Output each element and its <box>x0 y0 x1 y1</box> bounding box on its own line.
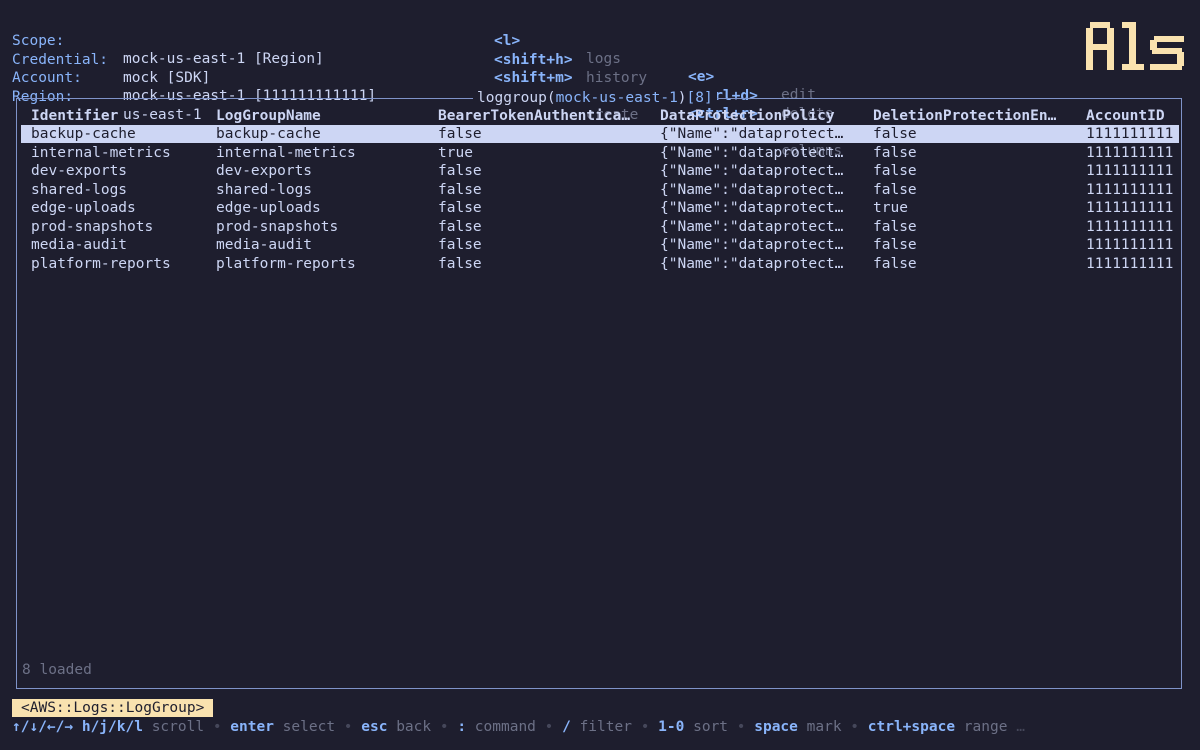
cell-deletionprotection: false <box>873 218 917 235</box>
help-key: ctrl+space <box>867 719 956 735</box>
panel-title-name: loggroup <box>477 90 547 106</box>
column-header-dataprotection[interactable]: DataProtectionPolicy <box>660 107 835 125</box>
cell-accountid: 1111111111 <box>1086 181 1174 198</box>
help-separator: • <box>212 719 222 735</box>
cell-identifier: backup-cache <box>31 126 136 142</box>
cell-dataprotection: {"Name":"dataprotect… <box>660 255 844 272</box>
table-row[interactable]: shared-logs shared-logs false {"Name":"data… <box>21 181 1179 199</box>
cell-bearertoken: false <box>438 126 482 142</box>
column-header-identifier[interactable]: Identifier <box>31 107 118 125</box>
table-row[interactable]: prod-snapshots prod-snapshots false {"Name"… <box>21 218 1179 236</box>
cell-accountid: 1111111111 <box>1086 144 1174 161</box>
cell-loggroupname: shared-logs <box>216 181 313 198</box>
help-action-select: select <box>282 719 336 735</box>
cell-dataprotection: {"Name":"dataprotect… <box>660 144 844 161</box>
cell-loggroupname: platform-reports <box>216 255 356 272</box>
help-key: 1-0 <box>658 719 685 735</box>
table-row[interactable]: platform-reports platform-reports false {"N… <box>21 255 1179 273</box>
panel-title-count: [8] <box>686 90 713 106</box>
cell-bearertoken: true <box>438 144 473 161</box>
cell-identifier: dev-exports <box>31 163 128 179</box>
help-separator: • <box>850 719 860 735</box>
help-action-sort: sort <box>693 719 729 735</box>
cell-bearertoken: false <box>438 200 482 216</box>
cell-deletionprotection: false <box>873 181 917 198</box>
help-action-scroll: scroll <box>151 719 205 735</box>
cell-loggroupname: edge-uploads <box>216 200 321 216</box>
cell-bearertoken: false <box>438 163 482 179</box>
cell-identifier: edge-uploads <box>31 200 136 216</box>
panel-title-scope: mock-us-east-1 <box>555 90 678 106</box>
app-logo <box>1086 22 1188 74</box>
cell-accountid: 1111111111 <box>1086 200 1174 216</box>
help-action-mark: mark <box>806 719 842 735</box>
help-separator: • <box>439 719 449 735</box>
help-key: ↑/↓/←/→ h/j/k/l <box>12 719 143 735</box>
help-action-back: back <box>396 719 432 735</box>
help-bar: ↑/↓/←/→ h/j/k/l scroll • enter select • … <box>12 718 1025 736</box>
cell-dataprotection: {"Name":"dataprotect… <box>660 126 844 142</box>
cell-dataprotection: {"Name":"dataprotect… <box>660 200 844 216</box>
panel-title: loggroup(mock-us-east-1)[8] <box>473 89 717 107</box>
cell-bearertoken: false <box>438 181 482 198</box>
table-row[interactable]: backup-cache backup-cache false {"Name":"da… <box>21 125 1179 143</box>
help-action-filter: filter <box>579 719 632 735</box>
help-separator: • <box>544 719 554 735</box>
loggroup-panel: loggroup(mock-us-east-1)[8] Identifier L… <box>16 89 1182 689</box>
help-separator: • <box>640 719 650 735</box>
cell-deletionprotection: false <box>873 255 917 272</box>
cell-accountid: 1111111111 <box>1086 237 1174 253</box>
help-action-range: range <box>963 719 1008 735</box>
column-header-bearertoken[interactable]: BearerTokenAuthentica… <box>438 107 630 125</box>
cell-accountid: 1111111111 <box>1086 218 1174 235</box>
cell-dataprotection: {"Name":"dataprotect… <box>660 218 844 235</box>
column-header-loggroupname[interactable]: LogGroupName <box>216 107 321 125</box>
table-row[interactable]: dev-exports dev-exports false {"Name":"data… <box>21 162 1179 180</box>
cell-deletionprotection: false <box>873 126 917 142</box>
cell-deletionprotection: false <box>873 144 917 161</box>
cell-deletionprotection: true <box>873 200 908 216</box>
cell-deletionprotection: false <box>873 237 917 253</box>
cell-loggroupname: media-audit <box>216 237 313 253</box>
help-overflow: … <box>1016 719 1025 735</box>
column-header-deletionprotection[interactable]: DeletionProtectionEn… <box>873 107 1056 125</box>
help-separator: • <box>736 719 746 735</box>
help-separator: • <box>343 719 353 735</box>
cell-accountid: 1111111111 <box>1086 126 1174 142</box>
cell-dataprotection: {"Name":"dataprotect… <box>660 237 844 253</box>
help-key: space <box>754 719 798 735</box>
cell-dataprotection: {"Name":"dataprotect… <box>660 181 844 198</box>
cell-bearertoken: false <box>438 255 482 272</box>
cell-accountid: 1111111111 <box>1086 255 1174 272</box>
help-action-command: command <box>474 719 536 735</box>
table-row[interactable]: internal-metrics internal-metrics true {"Na… <box>21 144 1179 162</box>
column-header-accountid[interactable]: AccountID <box>1086 107 1165 125</box>
cell-identifier: internal-metrics <box>31 144 171 161</box>
cell-identifier: platform-reports <box>31 255 171 272</box>
cell-bearertoken: false <box>438 218 482 235</box>
cell-loggroupname: backup-cache <box>216 126 321 142</box>
cell-loggroupname: internal-metrics <box>216 144 356 161</box>
table-row[interactable]: edge-uploads edge-uploads false {"Name":"da… <box>21 199 1179 217</box>
help-key: / <box>562 719 571 735</box>
loaded-status: 8 loaded <box>22 662 92 678</box>
table-header: Identifier LogGroupName BearerTokenAuthe… <box>17 107 1181 125</box>
table-row[interactable]: media-audit media-audit false {"Name":"data… <box>21 236 1179 254</box>
cell-bearertoken: false <box>438 237 482 253</box>
cell-identifier: shared-logs <box>31 181 128 198</box>
cell-dataprotection: {"Name":"dataprotect… <box>660 163 844 179</box>
cell-accountid: 1111111111 <box>1086 163 1174 179</box>
help-key: esc <box>361 719 388 735</box>
cell-loggroupname: prod-snapshots <box>216 218 339 235</box>
cell-loggroupname: dev-exports <box>216 163 313 179</box>
cell-deletionprotection: false <box>873 163 917 179</box>
cell-identifier: media-audit <box>31 237 128 253</box>
help-key: enter <box>230 719 274 735</box>
cell-identifier: prod-snapshots <box>31 218 154 235</box>
help-key: : <box>457 719 467 735</box>
resource-type-breadcrumb: <AWS::Logs::LogGroup> <box>12 699 214 717</box>
